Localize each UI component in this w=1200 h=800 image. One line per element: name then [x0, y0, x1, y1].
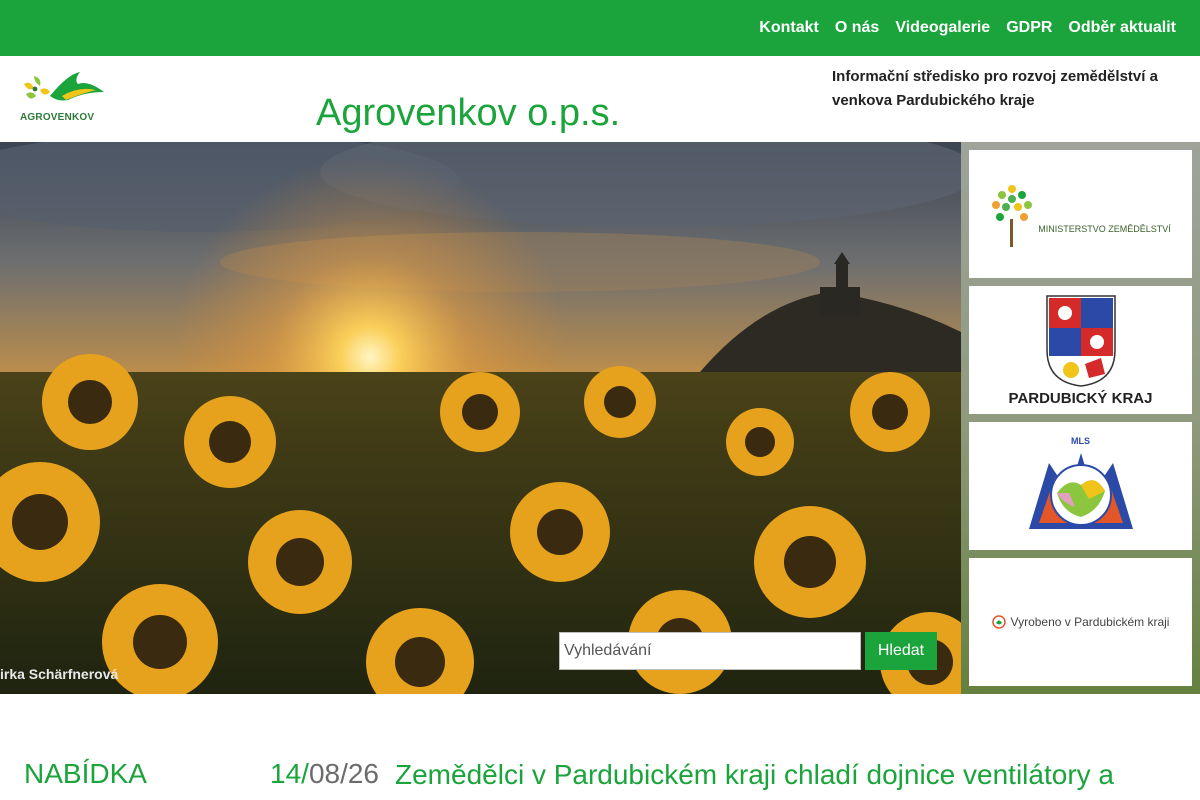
site-tagline: Informační středisko pro rozvoj zeměděls… — [832, 68, 1158, 109]
partner-label: PARDUBICKÝ KRAJ — [1008, 389, 1153, 407]
site-title[interactable]: Agrovenkov o.p.s. — [316, 92, 620, 135]
leaf-badge-icon — [991, 615, 1006, 629]
top-nav-bar: Kontakt O nás Videogalerie GDPR Odběr ak… — [0, 0, 1200, 56]
sunflower-field-illustration — [0, 142, 961, 694]
nav-link-videogalerie[interactable]: Videogalerie — [895, 19, 990, 37]
partner-label: MLS — [1071, 436, 1090, 446]
tree-icon — [992, 185, 1033, 247]
search-button[interactable]: Hledat — [865, 632, 937, 670]
top-nav: Kontakt O nás Videogalerie GDPR Odběr ak… — [759, 0, 1176, 56]
partner-sidebar: MINISTERSTVO ZEMĚDĚLSTVÍ PARDUBICKÝ KRAJ… — [961, 142, 1200, 694]
partner-vyrobeno-v-pardubickem-kraji[interactable]: Vyrobeno v Pardubickém kraji — [969, 558, 1192, 686]
nav-link-odber-aktualit[interactable]: Odběr aktualit — [1068, 19, 1176, 37]
partner-label: Vyrobeno v Pardubickém kraji — [1010, 615, 1170, 629]
partner-mls[interactable]: MLS — [969, 422, 1192, 550]
mls-logo-icon — [1028, 453, 1133, 529]
news-date-month-year: 08/26 — [308, 758, 380, 789]
partner-pardubicky-kraj[interactable]: PARDUBICKÝ KRAJ — [969, 286, 1192, 414]
offer-heading: NABÍDKA — [24, 758, 147, 789]
site-header: AGROVENKOV Agrovenkov o.p.s. Informační … — [0, 56, 1200, 142]
search-input[interactable] — [559, 632, 861, 670]
nav-link-o-nas[interactable]: O nás — [835, 19, 879, 37]
nav-link-kontakt[interactable]: Kontakt — [759, 19, 819, 37]
partner-ministerstvo-zemedelstvi[interactable]: MINISTERSTVO ZEMĚDĚLSTVÍ — [969, 150, 1192, 278]
nav-link-gdpr[interactable]: GDPR — [1006, 19, 1052, 37]
news-title-link[interactable]: Zemědělci v Pardubickém kraji chladí doj… — [395, 758, 1185, 792]
logo-text: AGROVENKOV — [20, 112, 95, 123]
news-date: 14/08/26 — [270, 758, 379, 790]
site-logo[interactable]: AGROVENKOV — [18, 70, 108, 126]
news-date-day: 14/ — [270, 758, 309, 789]
partner-label: MINISTERSTVO ZEMĚDĚLSTVÍ — [1038, 224, 1171, 234]
hero-image: irka Schärfnerová Hledat — [0, 142, 961, 694]
photo-credit: irka Schärfnerová — [0, 666, 119, 682]
coat-of-arms-icon — [1045, 294, 1116, 387]
logo-leaf-icon — [24, 72, 104, 101]
